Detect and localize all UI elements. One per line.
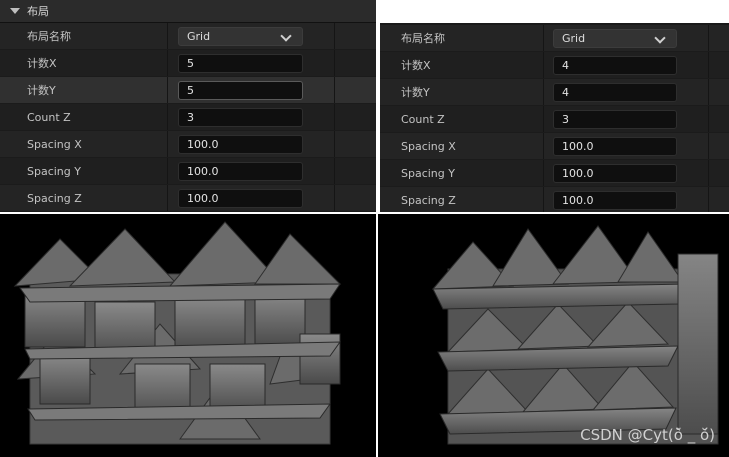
mesh-grid-render-right xyxy=(431,225,719,445)
property-label: Spacing X xyxy=(27,138,82,151)
details-panel-right: 布局名称 Grid 计数X 4 计数Y 4 Count Z 3 Spacing … xyxy=(380,23,729,212)
property-row-spacing-y: Spacing Y 100.0 xyxy=(0,158,376,185)
spacing-z-input[interactable]: 100.0 xyxy=(178,189,303,208)
collapse-arrow-icon[interactable] xyxy=(10,8,20,14)
count-z-input[interactable]: 3 xyxy=(178,108,303,127)
property-label: Spacing Y xyxy=(27,165,81,178)
count-y-input[interactable]: 5 xyxy=(178,81,303,100)
property-row-spacing-z: Spacing Z 100.0 xyxy=(380,187,729,212)
chevron-down-icon xyxy=(654,32,666,44)
property-label: Spacing Y xyxy=(401,167,455,180)
property-row-spacing-z: Spacing Z 100.0 xyxy=(0,185,376,212)
property-label: 计数Y xyxy=(401,86,430,99)
property-row-spacing-y: Spacing Y 100.0 xyxy=(380,160,729,187)
spacing-y-input[interactable]: 100.0 xyxy=(553,164,677,183)
dropdown-value: Grid xyxy=(562,32,586,45)
watermark: CSDN @Cyt(ŏ̀ _ ŏ́) xyxy=(580,426,715,444)
viewport-right[interactable] xyxy=(378,214,729,457)
property-label: 计数X xyxy=(27,57,57,70)
viewport-left[interactable] xyxy=(0,214,376,457)
property-row-layout-name: 布局名称 Grid xyxy=(380,25,729,52)
section-title: 布局 xyxy=(27,5,49,18)
property-row-spacing-x: Spacing X 100.0 xyxy=(0,131,376,158)
property-label: Spacing Z xyxy=(27,192,82,205)
layout-name-dropdown[interactable]: Grid xyxy=(178,27,303,46)
layout-name-dropdown[interactable]: Grid xyxy=(553,29,677,48)
property-row-count-z: Count Z 3 xyxy=(380,106,729,133)
property-row-layout-name: 布局名称 Grid xyxy=(0,23,376,50)
count-x-input[interactable]: 4 xyxy=(553,56,677,75)
count-y-input[interactable]: 4 xyxy=(553,83,677,102)
property-label: Count Z xyxy=(401,113,445,126)
property-row-count-x: 计数X 4 xyxy=(380,52,729,79)
property-label: 计数X xyxy=(401,59,431,72)
section-header-layout[interactable]: 布局 xyxy=(0,0,376,23)
spacing-x-input[interactable]: 100.0 xyxy=(178,135,303,154)
property-row-spacing-x: Spacing X 100.0 xyxy=(380,133,729,160)
property-label: Spacing X xyxy=(401,140,456,153)
property-label: Spacing Z xyxy=(401,194,456,207)
mesh-grid-render-left xyxy=(13,221,342,445)
property-label: 计数Y xyxy=(27,84,56,97)
property-row-count-y: 计数Y 4 xyxy=(380,79,729,106)
details-panel-left: 布局 布局名称 Grid 计数X 5 计数Y 5 Count Z 3 Spaci… xyxy=(0,0,376,212)
property-label: 布局名称 xyxy=(27,30,71,43)
property-row-count-x: 计数X 5 xyxy=(0,50,376,77)
count-z-input[interactable]: 3 xyxy=(553,110,677,129)
property-label: 布局名称 xyxy=(401,32,445,45)
property-row-count-y: 计数Y 5 xyxy=(0,77,376,104)
spacing-z-input[interactable]: 100.0 xyxy=(553,191,677,210)
property-label: Count Z xyxy=(27,111,71,124)
property-row-count-z: Count Z 3 xyxy=(0,104,376,131)
count-x-input[interactable]: 5 xyxy=(178,54,303,73)
spacing-x-input[interactable]: 100.0 xyxy=(553,137,677,156)
spacing-y-input[interactable]: 100.0 xyxy=(178,162,303,181)
chevron-down-icon xyxy=(280,30,292,42)
dropdown-value: Grid xyxy=(187,30,211,43)
